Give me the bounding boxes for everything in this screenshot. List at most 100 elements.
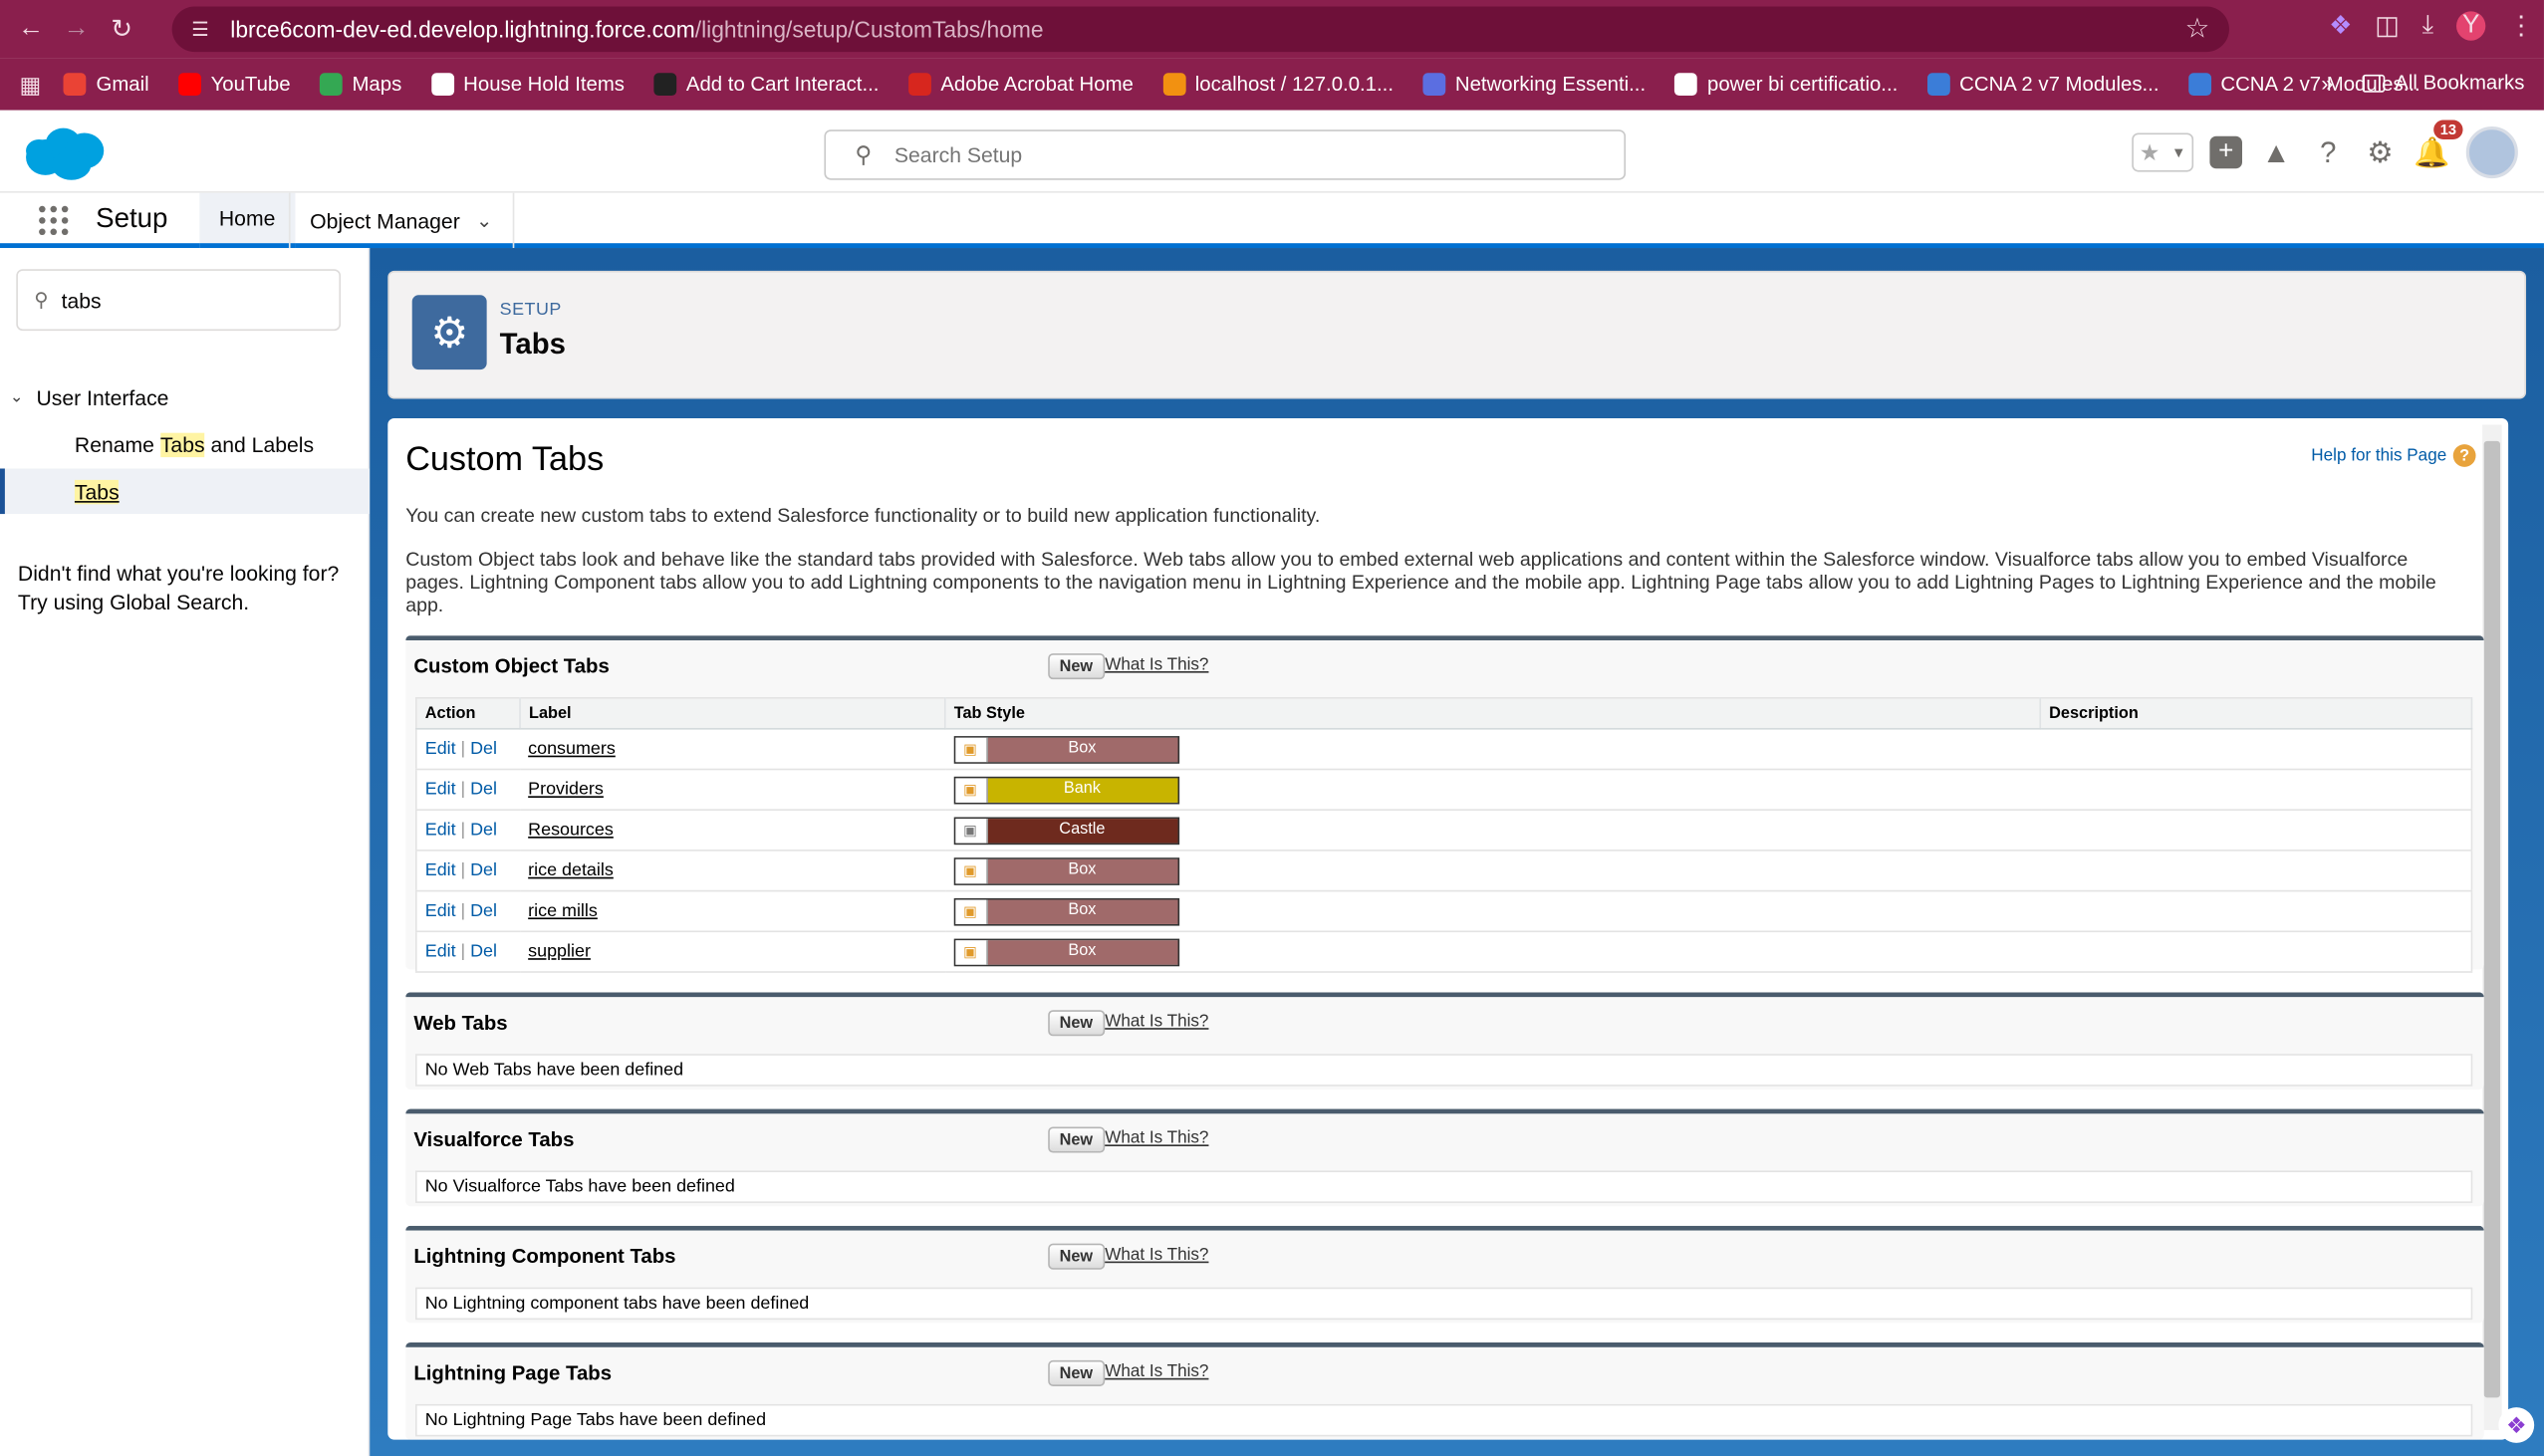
trailhead-icon[interactable]: ▲ [2258,134,2294,170]
what-is-this-link[interactable]: What Is This? [1105,1245,1208,1265]
tab-object-manager[interactable]: Object Manager ⌄ [288,192,514,249]
delete-link[interactable]: Del [470,942,497,962]
new-lightning-component-tab-button[interactable]: New [1048,1243,1105,1270]
favorites-button[interactable]: ★ ▼ [2132,132,2194,172]
not-found-line: Didn't find what you're looking for? [17,561,340,586]
extension-icon[interactable]: ❖ [2329,10,2352,43]
scrollbar[interactable] [2482,424,2502,1430]
sidebar-item-text: Rename [74,431,160,457]
section-title: Lightning Page Tabs [413,1361,613,1385]
bookmark-favicon-icon [1926,73,1950,97]
chevron-down-icon[interactable]: ⌄ [476,209,492,232]
new-visualforce-tab-button[interactable]: New [1048,1126,1105,1153]
bookmark-item[interactable]: House Hold Items [430,73,625,97]
delete-link[interactable]: Del [470,739,497,759]
tab-label-link[interactable]: consumers [528,739,616,759]
edit-link[interactable]: Edit [425,901,456,921]
tab-style-swatch: ▣ Box [952,897,1179,925]
section-title: Custom Object Tabs [413,654,610,678]
app-launcher-icon[interactable] [39,205,69,236]
action-cell: Edit | Del [415,810,521,851]
bell-icon[interactable]: 🔔 13 [2414,120,2463,170]
tab-style-name: Box [987,898,1177,924]
edit-link[interactable]: Edit [425,739,456,759]
bookmark-item[interactable]: power bi certificatio... [1674,73,1898,97]
bookmark-item[interactable]: YouTube [177,73,291,97]
salesforce-logo[interactable] [20,124,108,183]
menu-icon[interactable]: ⋮ [2508,10,2534,43]
more-bookmarks-icon[interactable]: » [2321,72,2333,96]
search-setup-input[interactable] [893,142,1544,167]
puzzle-icon[interactable]: ◫ [2375,10,2400,43]
new-web-tab-button[interactable]: New [1048,1010,1105,1037]
tab-label-link[interactable]: supplier [528,942,591,962]
tab-style-cell: ▣ Box [944,931,2041,973]
address-bar[interactable]: ☰ lbrce6com-dev-ed.develop.lightning.for… [171,6,2229,53]
help-icon[interactable]: ? [2310,134,2346,170]
separator: | [460,860,466,881]
bookmark-item[interactable]: Add to Cart Interact... [653,73,879,97]
back-icon[interactable]: ← [13,11,49,47]
delete-link[interactable]: Del [470,901,497,921]
delete-link[interactable]: Del [470,821,497,841]
edit-link[interactable]: Edit [425,860,456,880]
tab-label-link[interactable]: rice mills [528,901,598,921]
what-is-this-link[interactable]: What Is This? [1105,655,1208,675]
edit-link[interactable]: Edit [425,780,456,800]
bookmark-label: Maps [352,73,402,97]
reload-icon[interactable]: ↻ [104,11,139,47]
delete-link[interactable]: Del [470,860,497,880]
edit-link[interactable]: Edit [425,821,456,841]
bookmark-item[interactable]: localhost / 127.0.0.1... [1162,73,1394,97]
separator: | [460,941,466,962]
tree-section-user-interface[interactable]: ⌄ User Interface [10,385,169,409]
global-actions-icon[interactable]: + [2209,135,2243,169]
bookmark-star-icon[interactable]: ☆ [2185,13,2210,46]
user-avatar[interactable] [2465,125,2518,179]
bookmarks-bar: ▦ Gmail YouTube Maps House Hold Items Add to… [0,58,2544,111]
chevron-down-icon: ▼ [2171,143,2186,161]
forward-icon[interactable]: → [59,11,95,47]
tab-label-link[interactable]: Providers [528,780,604,800]
all-bookmarks[interactable]: All Bookmarks [2362,72,2524,94]
quick-find-input[interactable] [61,287,305,313]
empty-message: No Lightning Page Tabs have been defined [414,1403,2473,1437]
tab-label-link[interactable]: Resources [528,821,614,841]
bookmark-item[interactable]: Gmail [63,73,149,97]
assistant-icon[interactable]: ❖ [2498,1407,2535,1443]
bookmark-label: Networking Essenti... [1454,73,1647,97]
new-custom-object-tab-button[interactable]: New [1048,653,1105,680]
download-icon[interactable]: ⤓ [2422,11,2434,40]
gear-icon: ⚙ [411,295,487,370]
tab-home[interactable]: Home [199,192,295,249]
custom-object-tabs-section: Custom Object Tabs New What Is This? Act… [405,635,2484,973]
table-row: Edit | Del supplier ▣ Box [415,931,2472,973]
bookmark-item[interactable]: Maps [319,73,402,97]
profile-avatar[interactable]: Y [2456,11,2486,41]
what-is-this-link[interactable]: What Is This? [1105,1128,1208,1148]
label-cell: supplier [520,931,945,973]
bookmark-item[interactable]: Networking Essenti... [1422,73,1647,97]
sidebar-item-tabs[interactable]: Tabs [0,468,371,515]
help-link[interactable]: Help for this Page? [2311,444,2476,467]
global-header: ⚲ ★▼ + ▲ ? ⚙ 🔔13 [0,110,2544,193]
site-info-icon[interactable]: ☰ [191,18,214,41]
bookmark-item[interactable]: Adobe Acrobat Home [907,73,1134,97]
gear-icon[interactable]: ⚙ [2363,134,2399,170]
bookmark-item[interactable]: CCNA 2 v7 Modules... [1926,73,2160,97]
what-is-this-link[interactable]: What Is This? [1105,1362,1208,1382]
sidebar-item-rename-tabs[interactable]: Rename Tabs and Labels [0,421,370,467]
tab-style-cell: ▣ Box [944,728,2041,771]
quick-find[interactable]: ⚲ [16,269,342,332]
global-search[interactable]: ⚲ [824,129,1627,180]
new-lightning-page-tab-button[interactable]: New [1048,1359,1105,1386]
tab-label-link[interactable]: rice details [528,860,614,880]
tab-style-name: Bank [987,777,1177,803]
edit-link[interactable]: Edit [425,942,456,962]
what-is-this-link[interactable]: What Is This? [1105,1012,1208,1032]
apps-icon[interactable]: ▦ [20,71,42,99]
tab-style-name: Box [987,858,1177,883]
delete-link[interactable]: Del [470,780,497,800]
scrollbar-thumb[interactable] [2483,440,2500,1398]
bookmark-label: CCNA 2 v7 Modules... [1959,73,2160,97]
